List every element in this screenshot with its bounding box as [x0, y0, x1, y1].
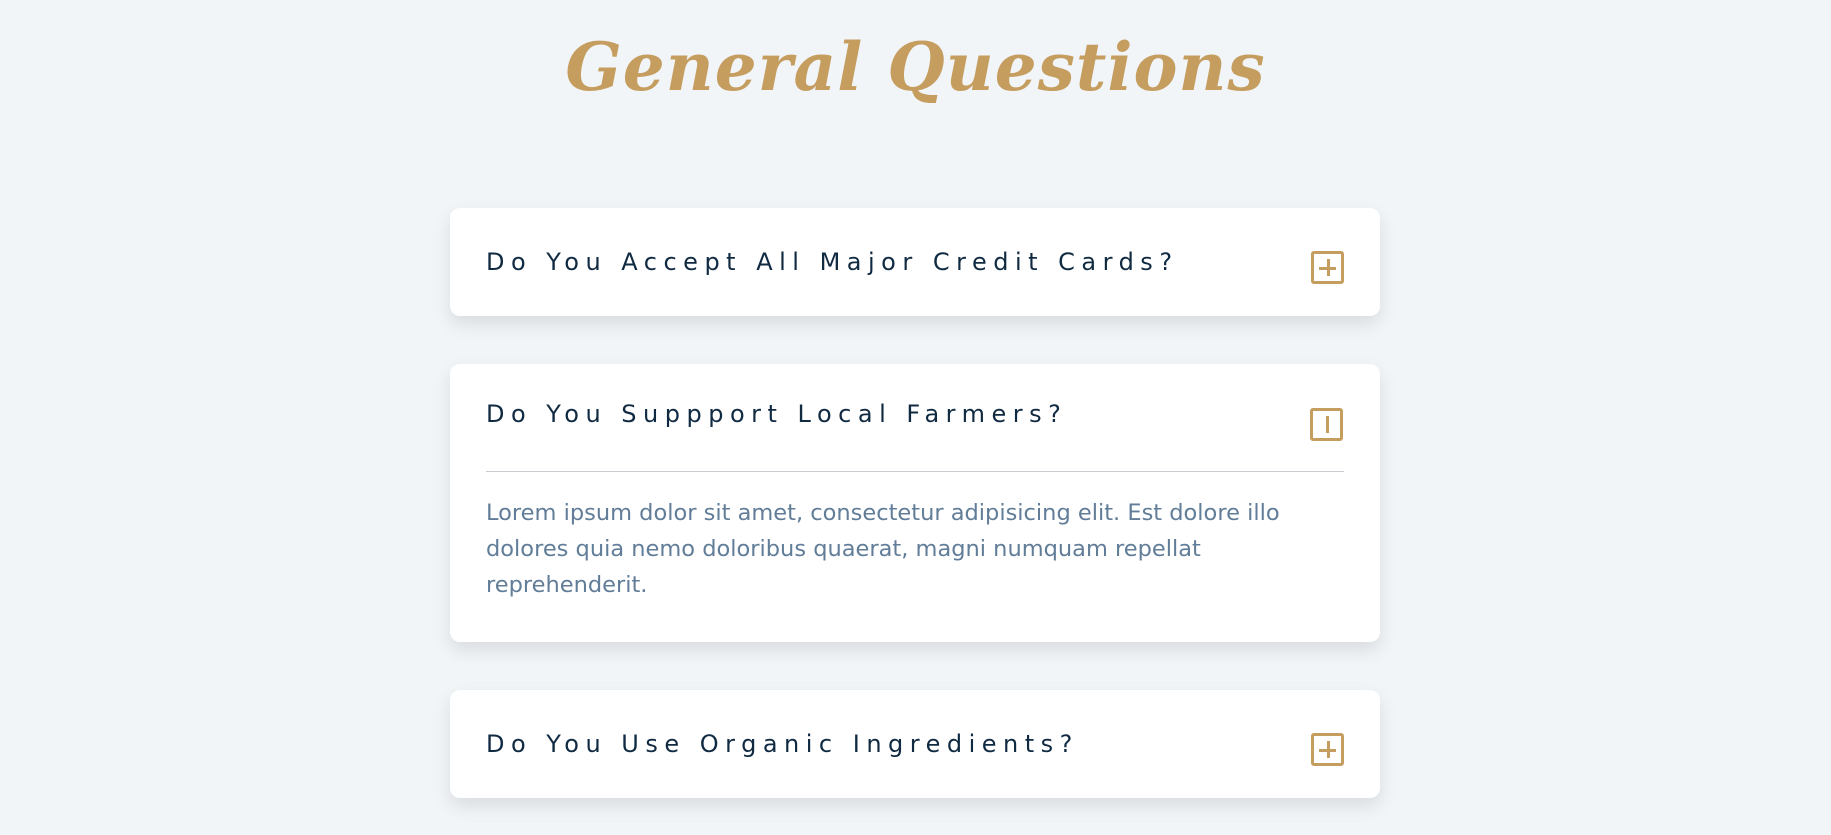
- plus-icon-vertical: [1326, 741, 1330, 758]
- faq-item-local-farmers: Do You Suppport Local Farmers? Lorem ips…: [450, 364, 1380, 642]
- faq-answer: Lorem ipsum dolor sit amet, consectetur …: [486, 500, 1280, 598]
- expand-toggle-button[interactable]: [1311, 733, 1344, 766]
- faq-item-organic-ingredients: Do You Use Organic Ingredients?: [450, 690, 1380, 798]
- collapse-toggle-button[interactable]: [1310, 408, 1343, 441]
- faq-question: Do You Use Organic Ingredients?: [486, 730, 1079, 758]
- plus-icon-vertical: [1326, 259, 1330, 276]
- page-title: General Questions: [565, 28, 1266, 106]
- faq-item-credit-cards: Do You Accept All Major Credit Cards?: [450, 208, 1380, 316]
- faq-question: Do You Suppport Local Farmers?: [486, 400, 1068, 428]
- answer-divider: [486, 471, 1344, 472]
- faq-question: Do You Accept All Major Credit Cards?: [486, 248, 1179, 276]
- expand-toggle-button[interactable]: [1311, 251, 1344, 284]
- minus-icon-bar: [1325, 416, 1329, 433]
